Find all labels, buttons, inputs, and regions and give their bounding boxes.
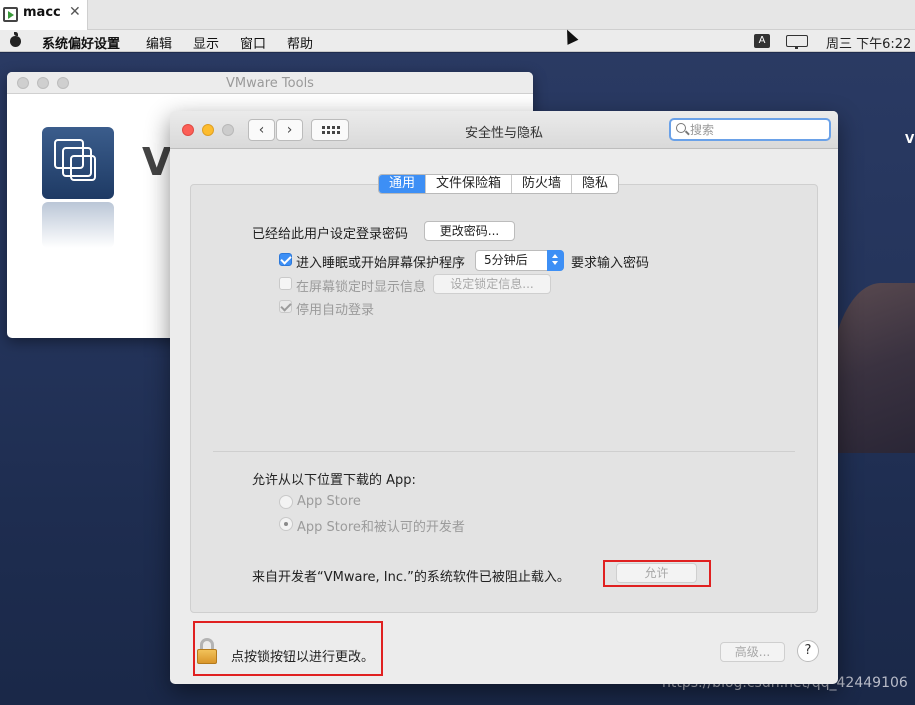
- tab-filevault[interactable]: 文件保险箱: [426, 175, 513, 193]
- menu-app-name[interactable]: 系统偏好设置: [42, 33, 120, 52]
- menu-bar: 系统偏好设置 编辑 显示 窗口 帮助 A 周三 下午6:22: [0, 30, 915, 52]
- wallpaper-island: [830, 283, 915, 453]
- section-divider: [213, 451, 795, 452]
- require-password-checkbox[interactable]: [279, 253, 292, 266]
- menu-clock[interactable]: 周三 下午6:22: [826, 33, 911, 52]
- search-input[interactable]: [690, 121, 820, 139]
- vm-tab-close-icon[interactable]: ✕: [69, 4, 81, 20]
- vm-play-icon: [3, 7, 18, 22]
- vmware-tools-titlebar: VMware Tools: [7, 72, 533, 94]
- security-privacy-window: ‹ › 安全性与隐私 通用 文件保险箱 防火墙 隐私 已经给此用户设定登录密码 …: [170, 111, 838, 684]
- disable-autologin-checkbox[interactable]: [279, 300, 292, 313]
- desktop-label: V: [905, 132, 915, 146]
- disable-autologin-label: 停用自动登录: [296, 303, 375, 318]
- vmware-tools-title: VMware Tools: [226, 76, 314, 91]
- tab-privacy[interactable]: 隐私: [572, 175, 618, 193]
- change-password-button[interactable]: 更改密码...: [424, 221, 515, 241]
- show-message-checkbox[interactable]: [279, 277, 292, 290]
- vm-tab-label: macc: [23, 5, 61, 20]
- password-set-label: 已经给此用户设定登录密码: [252, 227, 409, 242]
- minimize-button[interactable]: [202, 124, 214, 136]
- security-titlebar: ‹ › 安全性与隐私: [170, 111, 838, 149]
- vm-tab[interactable]: macc ✕: [0, 0, 88, 30]
- back-button[interactable]: ‹: [248, 119, 275, 141]
- help-button[interactable]: ?: [797, 640, 819, 662]
- password-delay-value: 5分钟后: [484, 253, 528, 267]
- tab-bar: 通用 文件保险箱 防火墙 隐私: [378, 174, 620, 194]
- menu-window[interactable]: 窗口: [240, 33, 266, 52]
- menu-edit[interactable]: 编辑: [146, 33, 172, 52]
- password-delay-select[interactable]: 5分钟后: [475, 250, 564, 271]
- chevron-updown-icon: [547, 250, 564, 271]
- search-field[interactable]: [669, 118, 831, 141]
- set-lock-message-button[interactable]: 设定锁定信息...: [433, 274, 551, 294]
- show-message-label: 在屏幕锁定时显示信息: [296, 280, 427, 295]
- highlight-allow-annotation: [603, 560, 711, 587]
- show-all-grid-icon[interactable]: [311, 119, 349, 141]
- menu-help[interactable]: 帮助: [287, 33, 313, 52]
- blocked-software-message: 来自开发者“VMware, Inc.”的系统软件已被阻止载入。: [252, 570, 570, 585]
- advanced-button[interactable]: 高级...: [720, 642, 785, 662]
- radio-app-store-developers[interactable]: [279, 517, 293, 531]
- input-source-icon[interactable]: A: [754, 34, 770, 48]
- general-panel: [190, 184, 818, 613]
- radio-app-store[interactable]: [279, 495, 293, 509]
- allow-apps-label: 允许从以下位置下载的 App:: [252, 473, 416, 488]
- menu-view[interactable]: 显示: [193, 33, 219, 52]
- radio-app-store-developers-label: App Store和被认可的开发者: [297, 520, 465, 535]
- radio-app-store-label: App Store: [297, 494, 361, 509]
- vm-tab-bar: macc ✕: [0, 0, 915, 30]
- require-password-suffix: 要求输入密码: [571, 256, 650, 271]
- require-password-label: 进入睡眠或开始屏幕保护程序: [296, 256, 466, 271]
- apple-icon[interactable]: [9, 32, 21, 47]
- highlight-lock-annotation: [193, 621, 383, 676]
- zoom-button[interactable]: [222, 124, 234, 136]
- search-icon: [676, 123, 686, 133]
- tab-firewall[interactable]: 防火墙: [512, 175, 573, 193]
- vmware-tools-logo-icon: [42, 127, 114, 199]
- vmware-tools-heading: V: [142, 140, 172, 184]
- logo-reflection: [42, 202, 114, 248]
- display-mirroring-icon[interactable]: [786, 35, 808, 49]
- close-button[interactable]: [182, 124, 194, 136]
- tab-general[interactable]: 通用: [379, 175, 427, 193]
- forward-button[interactable]: ›: [276, 119, 303, 141]
